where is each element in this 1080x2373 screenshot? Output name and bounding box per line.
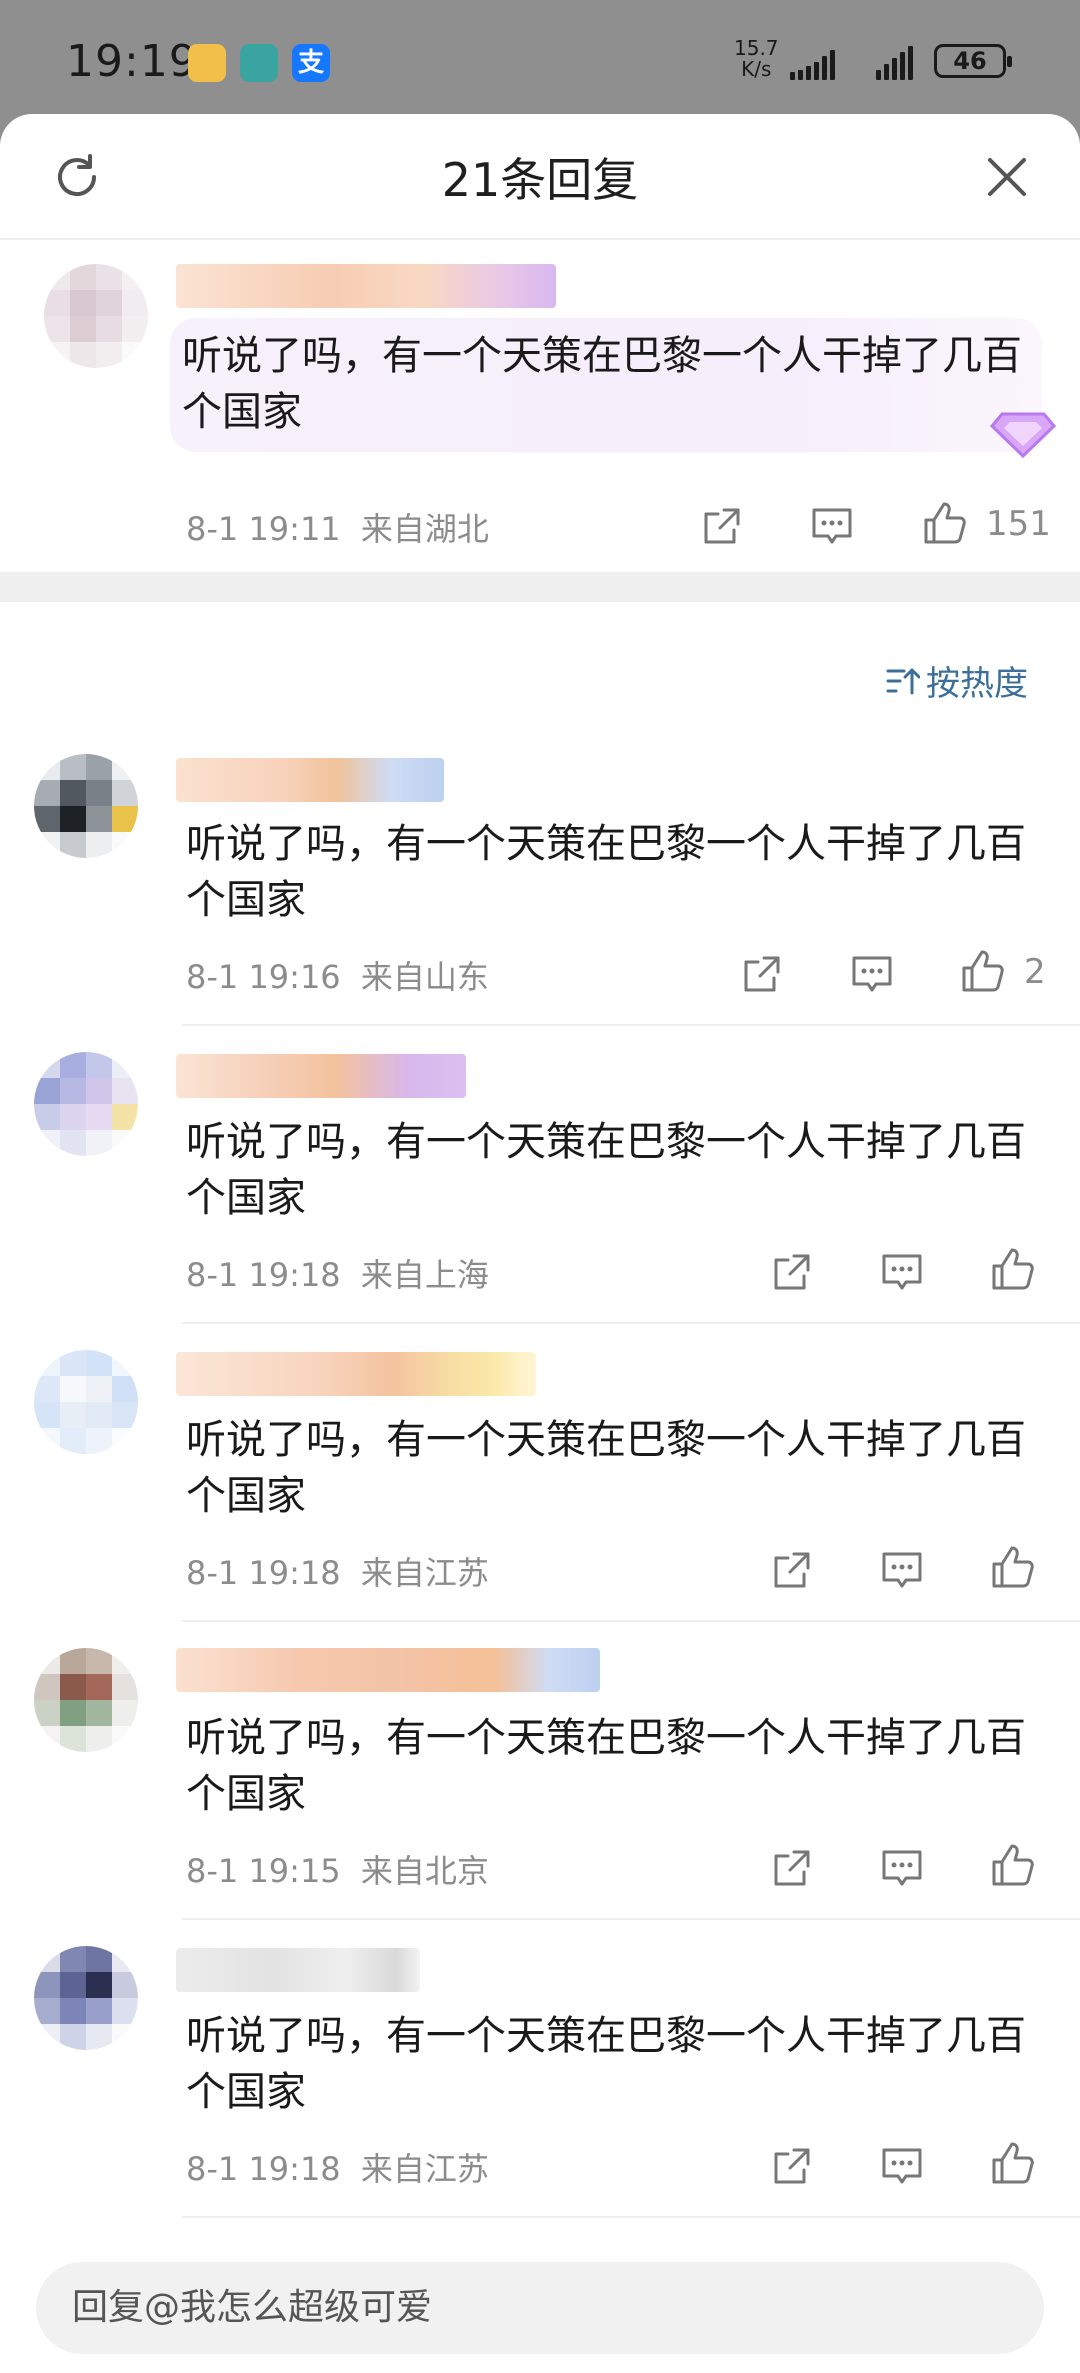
like-icon[interactable] <box>988 1842 1036 1890</box>
sort-icon <box>886 668 920 694</box>
like-icon[interactable] <box>988 2140 1036 2188</box>
comment-icon[interactable] <box>880 1250 924 1294</box>
reply-meta: 8-1 19:18 来自江苏 <box>186 1548 489 1594</box>
row-divider <box>182 1322 1080 1324</box>
share-icon[interactable] <box>700 504 744 548</box>
reply-time: 8-1 19:18 <box>186 2150 341 2188</box>
reply-text: 听说了吗，有一个天策在巴黎一个人干掉了几百个国家 <box>186 821 1026 923</box>
network-speed-unit: K/s <box>741 57 772 81</box>
avatar[interactable] <box>34 1052 138 1156</box>
reply-text: 听说了吗，有一个天策在巴黎一个人干掉了几百个国家 <box>186 2013 1026 2115</box>
comment-icon[interactable] <box>810 504 854 548</box>
username-blurred[interactable] <box>176 264 556 308</box>
comment-time-value: 8-1 19:11 <box>186 510 341 548</box>
comment-time: 8-1 19:11 来自湖北 <box>186 504 489 550</box>
share-icon[interactable] <box>770 1250 814 1294</box>
sheet-header: 21条回复 <box>0 114 1080 240</box>
close-icon[interactable] <box>984 154 1030 200</box>
like-icon[interactable] <box>988 1246 1036 1294</box>
username-blurred[interactable] <box>176 758 444 802</box>
sort-label: 按热度 <box>926 664 1028 704</box>
sort-by-hot-button[interactable]: 按热度 <box>886 656 1028 705</box>
network-speed-value: 15.7 <box>734 36 779 60</box>
like-icon[interactable] <box>988 1544 1036 1592</box>
reply-location: 来自上海 <box>360 1256 489 1294</box>
alipay-app-icon: 支 <box>292 44 330 82</box>
avatar[interactable] <box>34 1946 138 2050</box>
diamond-badge-icon <box>989 412 1057 459</box>
reply-time: 8-1 19:18 <box>186 1554 341 1592</box>
avatar[interactable] <box>34 1350 138 1454</box>
reply-meta: 8-1 19:15 来自北京 <box>186 1846 489 1892</box>
like-icon[interactable] <box>920 500 968 548</box>
weibo-app-icon <box>188 44 226 82</box>
signal-icon-2 <box>876 42 913 80</box>
reply-meta: 8-1 19:16 来自山东 <box>186 952 489 998</box>
comment-icon[interactable] <box>850 952 894 996</box>
like-icon[interactable] <box>958 948 1006 996</box>
row-divider <box>182 1024 1080 1026</box>
reply-location: 来自北京 <box>360 1852 489 1890</box>
status-bar: 19:19 支 15.7 K/s 46 <box>0 0 1080 118</box>
reply-location: 来自江苏 <box>360 1554 489 1592</box>
row-divider <box>182 1620 1080 1622</box>
comment-location: 来自湖北 <box>360 510 489 548</box>
battery-indicator: 46 <box>934 44 1012 78</box>
reply-meta: 8-1 19:18 来自江苏 <box>186 2144 489 2190</box>
sheet-title: 21条回复 <box>441 153 639 207</box>
like-count: 2 <box>1024 952 1046 992</box>
reply-text: 听说了吗，有一个天策在巴黎一个人干掉了几百个国家 <box>186 1417 1026 1519</box>
comment-icon[interactable] <box>880 1548 924 1592</box>
replies-sheet: 21条回复 听说了吗，有一个天策在巴黎一个人干掉了几百个国家 8-1 19:11… <box>0 114 1080 2373</box>
share-icon[interactable] <box>740 952 784 996</box>
reply-time: 8-1 19:16 <box>186 958 341 996</box>
row-divider <box>182 1918 1080 1920</box>
game-app-icon <box>240 44 278 82</box>
section-divider <box>0 572 1080 602</box>
avatar[interactable] <box>34 1648 138 1752</box>
avatar[interactable] <box>44 264 148 368</box>
share-icon[interactable] <box>770 1548 814 1592</box>
share-icon[interactable] <box>770 1846 814 1890</box>
network-speed: 15.7 K/s <box>734 38 779 80</box>
like-count: 151 <box>986 504 1051 544</box>
username-blurred[interactable] <box>176 1948 420 1992</box>
signal-icon <box>790 42 835 80</box>
comment-icon[interactable] <box>880 2144 924 2188</box>
reply-time: 8-1 19:15 <box>186 1852 341 1890</box>
reply-text: 听说了吗，有一个天策在巴黎一个人干掉了几百个国家 <box>186 1119 1026 1221</box>
username-blurred[interactable] <box>176 1054 466 1098</box>
username-blurred[interactable] <box>176 1648 600 1692</box>
reply-location: 来自江苏 <box>360 2150 489 2188</box>
comment-icon[interactable] <box>880 1846 924 1890</box>
main-comment-text: 听说了吗，有一个天策在巴黎一个人干掉了几百个国家 <box>182 333 1022 435</box>
share-icon[interactable] <box>770 2144 814 2188</box>
reply-text: 听说了吗，有一个天策在巴黎一个人干掉了几百个国家 <box>186 1715 1026 1817</box>
reply-time: 8-1 19:18 <box>186 1256 341 1294</box>
status-time: 19:19 <box>66 36 198 87</box>
username-blurred[interactable] <box>176 1352 536 1396</box>
row-divider <box>182 2216 1080 2218</box>
reply-meta: 8-1 19:18 来自上海 <box>186 1250 489 1296</box>
reply-input[interactable]: 回复@我怎么超级可爱 <box>36 2262 1044 2354</box>
avatar[interactable] <box>34 754 138 858</box>
reply-location: 来自山东 <box>360 958 489 996</box>
